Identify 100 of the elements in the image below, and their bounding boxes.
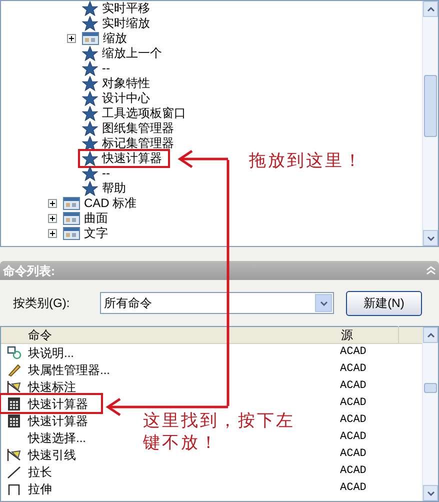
tree-label: 缩放 bbox=[103, 31, 127, 46]
tree-item[interactable]: 图纸集管理器 bbox=[80, 121, 180, 136]
tree-item[interactable]: CAD 标准 bbox=[61, 196, 143, 211]
scroll-up-icon[interactable] bbox=[426, 6, 434, 12]
expand-toggle[interactable] bbox=[48, 214, 57, 223]
tree-label: 快速计算器 bbox=[102, 151, 162, 166]
source-cell-text: ACAD bbox=[340, 447, 366, 462]
tree-label: 文字 bbox=[84, 226, 108, 241]
command-name: 快速计算器 bbox=[28, 396, 88, 412]
list-row[interactable]: 快速引线 bbox=[1, 446, 101, 463]
new-button[interactable]: 新建(N) bbox=[346, 290, 422, 316]
list-row[interactable]: 拉伸 bbox=[1, 480, 101, 497]
tree-item[interactable]: -- bbox=[80, 61, 116, 76]
tree-item[interactable]: 文字 bbox=[61, 226, 114, 241]
list-row[interactable]: 拉长 bbox=[1, 463, 101, 480]
expand-toggle[interactable] bbox=[48, 199, 57, 208]
star-icon bbox=[82, 181, 98, 196]
star-icon bbox=[82, 106, 98, 121]
stretch-icon bbox=[6, 482, 22, 496]
calculator-icon bbox=[7, 396, 21, 410]
category-dropdown[interactable]: 所有命令 bbox=[100, 292, 334, 314]
star-icon bbox=[82, 151, 98, 166]
tree-label: 工具选项板窗口 bbox=[102, 106, 186, 121]
scroll-down-icon[interactable] bbox=[426, 236, 434, 240]
command-name: 拉伸 bbox=[28, 480, 52, 498]
scroll-down-icon[interactable] bbox=[426, 490, 434, 496]
command-name: 快速计算器 bbox=[28, 412, 88, 430]
tree-item[interactable]: 实时平移 bbox=[80, 1, 156, 16]
block-icon bbox=[6, 346, 22, 360]
tree-item[interactable]: 对象特性 bbox=[80, 76, 156, 91]
section-title: 命令列表: bbox=[3, 262, 55, 280]
column-header[interactable]: 源 bbox=[331, 326, 399, 344]
tree-label: 图纸集管理器 bbox=[102, 121, 174, 136]
star-icon bbox=[82, 136, 98, 151]
star-icon bbox=[82, 166, 98, 181]
list-row[interactable]: 快速计算器 bbox=[1, 395, 101, 412]
expand-toggle[interactable] bbox=[48, 229, 57, 238]
column-header[interactable]: 命令 bbox=[1, 326, 331, 344]
star-icon bbox=[82, 16, 98, 31]
command-name: 快速标注 bbox=[28, 378, 76, 396]
calculator-icon bbox=[7, 414, 21, 428]
tree-item[interactable]: 实时缩放 bbox=[80, 16, 156, 31]
star-icon bbox=[82, 121, 98, 136]
star-icon bbox=[82, 76, 98, 91]
toolbar-icon bbox=[82, 32, 99, 45]
tree-label: -- bbox=[102, 61, 110, 76]
star-icon bbox=[82, 61, 98, 76]
star-icon bbox=[82, 1, 98, 16]
tree-item[interactable]: 曲面 bbox=[61, 211, 114, 226]
scrollbar[interactable] bbox=[422, 327, 438, 501]
list-row[interactable]: 快速选择... bbox=[1, 429, 101, 446]
command-name: 块属性管理器... bbox=[28, 362, 110, 378]
source-cell-text: ACAD bbox=[340, 379, 366, 394]
tree-label: 帮助 bbox=[102, 181, 126, 196]
tree-item[interactable]: 设计中心 bbox=[80, 91, 156, 106]
tree-label: 实时缩放 bbox=[102, 16, 150, 31]
source-cell-text: ACAD bbox=[340, 345, 366, 360]
source-cell-text: ACAD bbox=[340, 430, 366, 446]
expand-toggle[interactable] bbox=[67, 34, 76, 43]
source-cell-text: ACAD bbox=[340, 464, 366, 480]
tree-label: CAD 标准 bbox=[84, 196, 137, 211]
command-name: 快速引线 bbox=[28, 446, 76, 464]
scroll-thumb[interactable] bbox=[424, 75, 437, 137]
tree-label: 实时平移 bbox=[102, 1, 150, 16]
drop-note: 拖放到这里！ bbox=[249, 150, 363, 172]
source-cell-text: ACAD bbox=[340, 362, 366, 378]
toolbar-icon bbox=[63, 212, 80, 225]
tree-label: 缩放上一个 bbox=[102, 46, 162, 61]
source-cell-text: ACAD bbox=[340, 481, 366, 496]
pencil-icon bbox=[6, 362, 22, 376]
scroll-thumb[interactable] bbox=[424, 383, 437, 393]
arrow bbox=[178, 150, 228, 168]
tree-item[interactable]: 工具选项板窗口 bbox=[80, 106, 192, 121]
source-cell-text: ACAD bbox=[340, 413, 366, 428]
tree-item[interactable]: 缩放 bbox=[80, 31, 133, 46]
list-row[interactable]: 块说明... bbox=[1, 344, 101, 361]
tree-item[interactable]: 标记集管理器 bbox=[80, 136, 180, 151]
toolbar-icon bbox=[63, 197, 80, 210]
tree-item[interactable]: 快速计算器 bbox=[80, 151, 168, 166]
star-icon bbox=[82, 91, 98, 106]
star-icon bbox=[82, 46, 98, 61]
scrollbar[interactable] bbox=[422, 1, 438, 246]
tree-label: 标记集管理器 bbox=[102, 136, 174, 151]
toolbar-icon bbox=[63, 227, 80, 240]
scroll-up-icon[interactable] bbox=[426, 332, 434, 338]
command-name: 拉长 bbox=[28, 464, 52, 480]
tree-label: 设计中心 bbox=[102, 91, 150, 106]
line-icon bbox=[6, 464, 22, 478]
tree-item[interactable]: 缩放上一个 bbox=[80, 46, 168, 61]
list-row[interactable]: 快速标注 bbox=[1, 378, 101, 395]
tree-label: -- bbox=[102, 166, 110, 181]
list-row[interactable]: 快速计算器 bbox=[1, 412, 101, 429]
tree-item[interactable]: 帮助 bbox=[80, 181, 132, 196]
command-name: 块说明... bbox=[28, 344, 74, 362]
dimension-icon bbox=[6, 448, 22, 462]
list-row[interactable]: 块属性管理器... bbox=[1, 361, 114, 378]
source-cell-text: ACAD bbox=[340, 396, 366, 412]
tree-label: 曲面 bbox=[84, 211, 108, 226]
category-label: 按类别(G): bbox=[13, 295, 71, 312]
tree-item[interactable]: -- bbox=[80, 166, 116, 181]
